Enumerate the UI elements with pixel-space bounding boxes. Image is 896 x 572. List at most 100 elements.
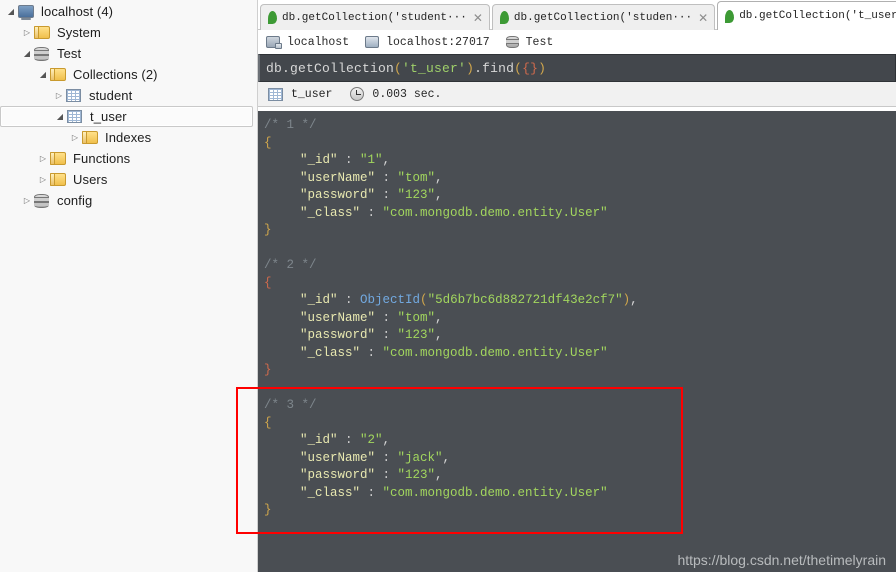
field-comma: , (435, 188, 443, 202)
document-field-row[interactable]: "_class" : "com.mongodb.demo.entity.User… (264, 485, 896, 503)
folder-icon-wrap (50, 67, 67, 82)
chevron-right-icon[interactable] (36, 155, 50, 163)
field-key: "userName" (300, 450, 376, 465)
document-field-row[interactable]: "password" : "123", (264, 187, 896, 205)
chevron-right-icon[interactable] (36, 176, 50, 184)
query-token-collection: 't_user' (402, 60, 467, 76)
tree-item-collections-2[interactable]: Collections (2) (0, 64, 257, 85)
query-tab-1[interactable]: db.getCollection('studen··· ✕ (491, 4, 716, 30)
query-token-find: .find (474, 60, 515, 76)
query-editor[interactable]: db.getCollection('t_user') .find({}) (258, 54, 896, 82)
connection-icon (266, 36, 282, 49)
tree-item-system[interactable]: System (0, 22, 257, 43)
chevron-down-icon[interactable] (20, 50, 34, 58)
field-value: "tom" (397, 310, 436, 325)
query-token-paren-open2: ( (514, 60, 523, 76)
field-key: "_id" (300, 293, 338, 307)
field-comma: , (435, 170, 443, 185)
tree-item-indexes[interactable]: Indexes (0, 127, 257, 148)
document-spacer (264, 380, 896, 398)
collection-icon (268, 88, 283, 101)
main-pane: db.getCollection('student··· ✕ db.getColle… (258, 0, 896, 572)
document-field-row[interactable]: "_id" : "1", (264, 152, 896, 170)
result-toolbar: t_user 0.003 sec. (258, 82, 896, 107)
field-value: "com.mongodb.demo.entity.User" (382, 485, 608, 500)
mongodb-leaf-icon (499, 11, 509, 24)
field-colon: : (375, 170, 398, 185)
tree-item-t-user[interactable]: t_user (0, 106, 253, 127)
document-close-brace: } (264, 362, 896, 380)
mongodb-leaf-icon (268, 11, 277, 24)
document-field-row[interactable]: "_class" : "com.mongodb.demo.entity.User… (264, 345, 896, 363)
result-documents-panel[interactable]: /* 1 */{"_id" : "1", "userName" : "tom", "… (258, 111, 896, 572)
close-icon[interactable]: ✕ (473, 12, 483, 24)
database-icon (505, 36, 519, 48)
chevron-right-icon[interactable] (68, 134, 82, 142)
chevron-right-icon[interactable] (52, 92, 66, 100)
close-icon[interactable]: ✕ (698, 12, 708, 24)
folder-icon (50, 173, 66, 186)
document-field-row[interactable]: "userName" : "tom", (264, 170, 896, 188)
tree-item-users[interactable]: Users (0, 169, 257, 190)
query-tab-active[interactable]: db.getCollection('t_user'···✕ (717, 1, 896, 31)
folder-icon (34, 26, 50, 39)
result-collection[interactable]: t_user (268, 87, 332, 101)
document-field-row[interactable]: "userName" : "jack", (264, 450, 896, 468)
document-index-comment: /* 1 */ (264, 117, 896, 135)
query-token-paren-open: ( (394, 60, 403, 76)
tree-item-label: Indexes (105, 130, 152, 145)
document-index-comment: /* 3 */ (264, 397, 896, 415)
query-tab-strip[interactable]: db.getCollection('student··· ✕ db.getColle… (258, 0, 896, 31)
chevron-right-icon[interactable] (20, 29, 34, 37)
chevron-down-icon[interactable] (53, 113, 67, 121)
tree-item-label: Collections (2) (73, 67, 158, 82)
chevron-down-icon[interactable] (36, 71, 50, 79)
query-tab-title: db.getCollection('t_user'··· (739, 10, 896, 22)
tree-item-localhost-4[interactable]: localhost (4) (0, 1, 257, 22)
collection-icon-wrap (66, 88, 83, 103)
field-key: "_id" (300, 433, 338, 447)
tree-item-config[interactable]: config (0, 190, 257, 211)
field-value: "com.mongodb.demo.entity.User" (382, 205, 608, 220)
document-field-row[interactable]: "password" : "123", (264, 467, 896, 485)
breadcrumb-connection[interactable]: localhost (266, 36, 349, 49)
field-colon: : (360, 345, 383, 360)
database-tree-sidebar[interactable]: localhost (4) System Test Collections (2) st… (0, 0, 258, 572)
document-field-row[interactable]: "_id" : "2", (264, 432, 896, 450)
breadcrumb-connection-label: localhost (287, 35, 350, 49)
brace-open: { (264, 275, 272, 290)
database-icon (34, 194, 49, 208)
tree-item-student[interactable]: student (0, 85, 257, 106)
field-colon: : (337, 433, 361, 447)
document-field-row[interactable]: "_class" : "com.mongodb.demo.entity.User… (264, 205, 896, 223)
query-tab-0[interactable]: db.getCollection('student··· ✕ (260, 4, 490, 30)
document-field-row[interactable]: "password" : "123", (264, 327, 896, 345)
field-value: "2" (360, 433, 383, 447)
query-token-paren-close: ) (466, 60, 475, 76)
tree-item-test[interactable]: Test (0, 43, 257, 64)
result-collection-label: t_user (291, 87, 333, 101)
tree-item-label: Functions (73, 151, 131, 166)
tree-item-functions[interactable]: Functions (0, 148, 257, 169)
clock-icon (350, 87, 365, 101)
field-value: "jack" (397, 450, 443, 465)
collection-icon (67, 110, 82, 123)
field-comma: , (382, 433, 391, 447)
field-key: "userName" (300, 170, 376, 185)
query-token-paren-close2: ) (538, 60, 547, 76)
document-index-comment-text: /* 3 */ (264, 398, 317, 412)
document-open-brace: { (264, 135, 896, 153)
chevron-right-icon[interactable] (20, 197, 34, 205)
server-icon (18, 5, 34, 18)
folder-icon (50, 68, 66, 81)
chevron-down-icon[interactable] (4, 8, 18, 16)
database-icon-wrap (34, 193, 51, 208)
document-field-row[interactable]: "userName" : "tom", (264, 310, 896, 328)
tree-item-label: System (57, 25, 101, 40)
field-colon: : (375, 188, 398, 202)
field-key: "_class" (300, 485, 361, 500)
breadcrumb-database[interactable]: Test (505, 36, 553, 49)
database-icon (34, 47, 49, 61)
breadcrumb-host[interactable]: localhost:27017 (365, 36, 490, 49)
document-field-row[interactable]: "_id" : ObjectId("5d6b7bc6d882721df43e2c… (264, 292, 896, 310)
